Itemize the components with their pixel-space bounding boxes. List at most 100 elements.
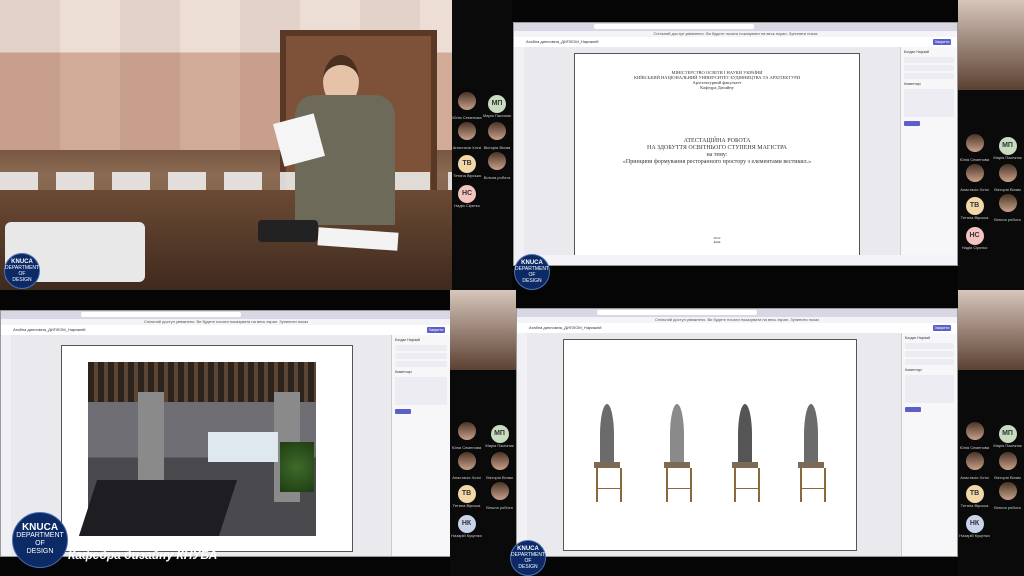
- search-input-3[interactable]: [597, 310, 757, 315]
- participant-name: Вікторія Вілам: [486, 475, 513, 480]
- speaker-thumbnail: [958, 0, 1024, 90]
- side-file-row-9[interactable]: [905, 359, 954, 365]
- close-button-2[interactable]: Закрити: [427, 327, 445, 333]
- participant-tile[interactable]: МП Марія Пасічник: [991, 134, 1024, 160]
- side-file-row-8[interactable]: [905, 351, 954, 357]
- side-submit-button-2[interactable]: [395, 409, 411, 414]
- participant-name: Марія Пасічник: [993, 155, 1022, 160]
- camera-view: KNUCA DEPARTMENT OF DESIGN: [0, 0, 452, 290]
- avatar: [998, 452, 1017, 470]
- knuca-logo-main: KNUCA DEPARTMENT OF DESIGN: [12, 512, 68, 568]
- participant-tile[interactable]: Вікторія Вілам: [991, 164, 1024, 192]
- participant-tile[interactable]: Юлія Семенова: [958, 422, 991, 450]
- render-bar-counter: [78, 480, 238, 536]
- side-panel: Богдан Нарізай Коментарі: [900, 47, 957, 265]
- avatar: НК: [965, 515, 984, 533]
- participants-strip-bottom-right: Юлія Семенова МП Марія Пасічник Анастасія Х…: [958, 290, 1024, 576]
- title-bar-3: [517, 309, 957, 317]
- restaurant-render: [78, 362, 316, 536]
- participant-tile[interactable]: Юлія Семенова: [958, 134, 991, 162]
- participant-name: Вільна робота: [994, 217, 1021, 222]
- side-file-row-4[interactable]: [395, 345, 447, 351]
- side-comment-box-3[interactable]: [905, 375, 954, 403]
- avatar: [965, 134, 984, 152]
- participant-name: Марія Пасічник: [485, 443, 514, 448]
- participant-tile[interactable]: НС Надія Сірятко: [958, 224, 991, 250]
- participant-tile[interactable]: Юлія Семенова: [452, 92, 482, 120]
- side-file-row-6[interactable]: [395, 361, 447, 367]
- participants-strip-bottom-left: Юлія Семенова МП Марія Пасічник Анастасія Х…: [450, 290, 516, 576]
- avatar: [965, 164, 984, 182]
- participant-tile[interactable]: Анастасія Хоткі: [958, 164, 991, 192]
- bottom-bar: [524, 255, 957, 265]
- participant-tile[interactable]: Вікторія Вілам: [991, 452, 1024, 480]
- avatar: [998, 482, 1017, 500]
- participant-tile[interactable]: Вільна робота: [483, 482, 516, 510]
- share-window-chairs: Спільний доступ увімкнено. Ви будете поч…: [516, 308, 958, 557]
- participant-tile[interactable]: Юлія Семенова: [450, 422, 483, 450]
- search-input-2[interactable]: [81, 312, 241, 317]
- participant-tile[interactable]: МП Марія Пасічник: [482, 92, 512, 118]
- speaker-thumbnail-3: [958, 290, 1024, 370]
- participant-tile[interactable]: ТВ Тетяна Вірська: [958, 482, 991, 508]
- close-button-3[interactable]: Закрити: [933, 325, 951, 331]
- avatar: [458, 92, 476, 110]
- chair-perspective-view: [796, 404, 826, 504]
- participant-tile[interactable]: ТВ Тетяна Вірська: [958, 194, 991, 220]
- participant-name: Вільна робота: [483, 175, 511, 180]
- side-submit-button[interactable]: [904, 121, 920, 126]
- tab-title[interactable]: Атабна дипломна_ДИПЛОМ_Нарижній: [514, 37, 957, 47]
- participant-tile[interactable]: Вільна робота: [991, 194, 1024, 222]
- participant-name: Юлія Семенова: [959, 445, 990, 450]
- participant-name: Надія Сірятко: [961, 245, 988, 250]
- participant-name: Юлія Семенова: [959, 157, 990, 162]
- side-file-row-5[interactable]: [395, 353, 447, 359]
- side-comment-box-2[interactable]: [395, 377, 447, 405]
- speaker-thumbnail-2: [450, 290, 516, 370]
- participant-tile[interactable]: МП Марія Пасічник: [991, 422, 1024, 448]
- side-file-row[interactable]: [904, 57, 954, 63]
- render-window: [208, 432, 278, 462]
- avatar: МП: [488, 95, 506, 113]
- render-plant: [280, 442, 314, 492]
- participant-tile[interactable]: Анастасія Хоткі: [958, 452, 991, 480]
- avatar: НК: [457, 515, 476, 533]
- side-file-row-7[interactable]: [905, 343, 954, 349]
- avatar: ТВ: [965, 485, 984, 503]
- side-file-row-2[interactable]: [904, 65, 954, 71]
- side-submit-button-3[interactable]: [905, 407, 921, 412]
- participant-tile[interactable]: НК Назарій Куценко: [958, 512, 991, 538]
- title-bar-2: [1, 311, 451, 319]
- participant-name: Юлія Семенова: [452, 115, 482, 120]
- avatar: МП: [998, 137, 1017, 155]
- title-page-document: МІНІСТЕРСТВО ОСВІТИ І НАУКИ УКРАЇНИ КИЇВ…: [574, 53, 860, 259]
- participant-tile[interactable]: МП Марія Пасічник: [483, 422, 516, 448]
- side-file-row-3[interactable]: [904, 73, 954, 79]
- topic-text: «Принципи формування ресторанного просто…: [622, 159, 812, 165]
- participant-tile[interactable]: НС Надія Сірятко: [452, 182, 482, 208]
- side-comment-box[interactable]: [904, 89, 954, 117]
- chair-side-view: [592, 404, 622, 504]
- participant-name: Тетяна Вірська: [960, 503, 989, 508]
- tab-title-3[interactable]: Атабна дипломна_ДИПЛОМ_Нарижній: [517, 323, 957, 333]
- participant-tile[interactable]: Анастасія Хоткі: [450, 452, 483, 480]
- participant-tile[interactable]: ТВ Тетяна Вірська: [452, 152, 482, 178]
- participant-name: Анастасія Хоткі: [960, 187, 989, 192]
- avatar: [965, 422, 984, 440]
- avatar: [457, 452, 476, 470]
- participant-name: Тетяна Вірська: [453, 173, 481, 178]
- participant-tile[interactable]: Анастасія Хоткі: [452, 122, 482, 150]
- close-button[interactable]: Закрити: [933, 39, 951, 45]
- knuca-logo-3: KNUCA DEPARTMENT OF DESIGN: [510, 540, 546, 576]
- participant-tile[interactable]: Вільна робота: [482, 152, 512, 180]
- participant-tile[interactable]: Вільна робота: [991, 482, 1024, 510]
- search-input[interactable]: [594, 24, 754, 29]
- avatar: [488, 122, 506, 140]
- tab-title-2[interactable]: Атабна дипломна_ДИПЛОМ_Нарижній: [1, 325, 451, 335]
- participant-tile[interactable]: ТВ Тетяна Вірська: [450, 482, 483, 508]
- side-comments-label-2: Коментарі: [395, 370, 412, 374]
- participant-tile[interactable]: Вікторія Вілам: [482, 122, 512, 150]
- participant-tile[interactable]: Вікторія Вілам: [483, 452, 516, 480]
- participant-name: Вільна робота: [486, 505, 513, 510]
- participant-tile[interactable]: НК Назарій Куценко: [450, 512, 483, 538]
